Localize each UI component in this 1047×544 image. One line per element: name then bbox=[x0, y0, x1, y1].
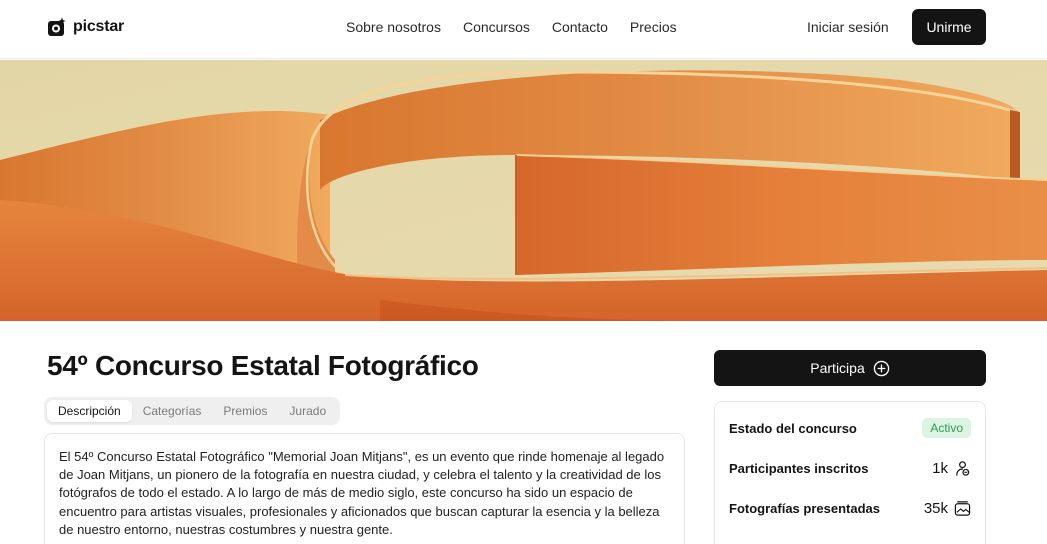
nav-link-sobre-nosotros[interactable]: Sobre nosotros bbox=[346, 19, 441, 35]
contest-tabs: Descripción Categorías Premios Jurado bbox=[44, 397, 341, 425]
contest-title: 54º Concurso Estatal Fotográfico bbox=[47, 350, 479, 381]
status-badge: Activo bbox=[922, 418, 971, 438]
tab-premios[interactable]: Premios bbox=[212, 400, 278, 422]
photos-icon bbox=[954, 500, 971, 516]
brand-logo[interactable]: picstar bbox=[47, 17, 124, 37]
hero-ribbon-image bbox=[0, 60, 1047, 321]
nav-link-concursos[interactable]: Concursos bbox=[463, 19, 530, 35]
nav-link-contacto[interactable]: Contacto bbox=[552, 19, 608, 35]
description-text: El 54º Concurso Estatal Fotográfico "Mem… bbox=[59, 449, 665, 537]
participate-label: Participa bbox=[810, 360, 865, 376]
photos-value-group: 35k bbox=[924, 500, 971, 517]
tab-categorias[interactable]: Categorías bbox=[132, 400, 213, 422]
camera-logo-icon bbox=[48, 17, 66, 36]
participants-count: 1k bbox=[932, 459, 948, 477]
photos-row: Fotografías presentadas 35k bbox=[729, 496, 971, 520]
tab-jurado[interactable]: Jurado bbox=[278, 400, 337, 422]
participants-row: Participantes inscritos 1k bbox=[729, 456, 971, 480]
join-button[interactable]: Unirme bbox=[912, 9, 986, 45]
users-icon bbox=[956, 460, 970, 476]
main-nav: Sobre nosotros Concursos Contacto Precio… bbox=[346, 19, 677, 35]
participate-button[interactable]: Participa bbox=[714, 350, 986, 386]
description-card: El 54º Concurso Estatal Fotográfico "Mem… bbox=[44, 433, 685, 544]
brand-name: picstar bbox=[73, 18, 125, 35]
photos-count: 35k bbox=[923, 499, 948, 517]
nav-link-precios[interactable]: Precios bbox=[630, 19, 677, 35]
hero-banner bbox=[0, 60, 1047, 321]
participants-value-group: 1k bbox=[932, 460, 971, 477]
plus-circle-icon bbox=[873, 360, 889, 376]
tab-descripcion[interactable]: Descripción bbox=[47, 400, 132, 422]
top-header: picstar Sobre nosotros Concursos Contact… bbox=[0, 0, 1047, 59]
status-label: Estado del concurso bbox=[729, 420, 857, 436]
login-link[interactable]: Iniciar sesión bbox=[807, 19, 889, 35]
participants-label: Participantes inscritos bbox=[729, 460, 869, 476]
photos-label: Fotografías presentadas bbox=[729, 500, 880, 516]
contest-info-card: Estado del concurso Activo Participantes… bbox=[714, 401, 986, 544]
status-row: Estado del concurso Activo bbox=[729, 416, 971, 440]
